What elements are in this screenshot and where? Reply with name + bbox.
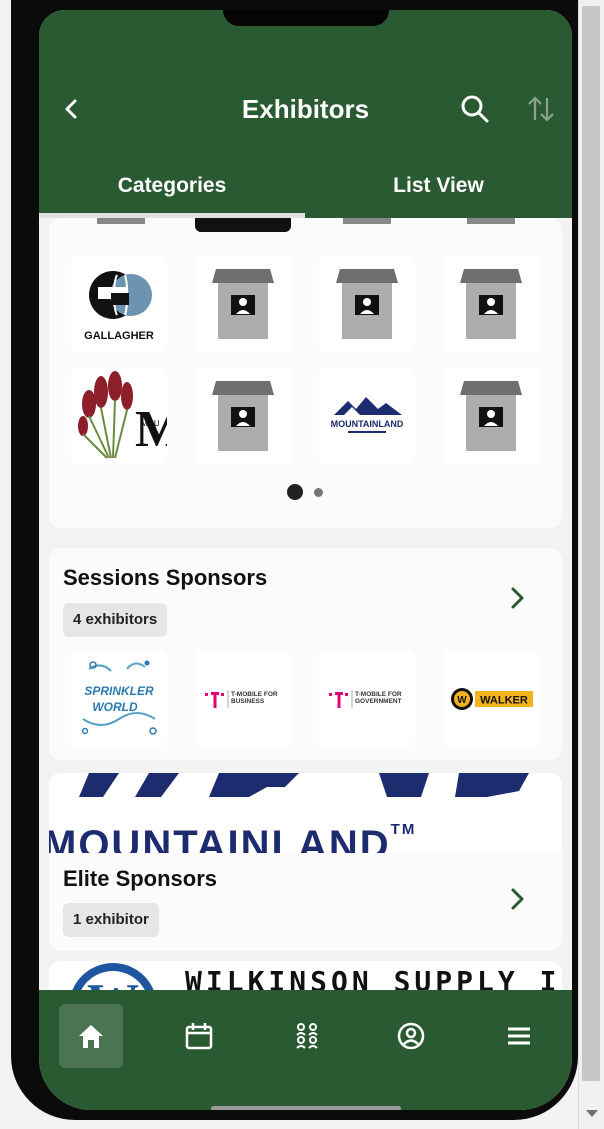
nav-people[interactable] <box>275 1004 339 1068</box>
chevron-right-icon[interactable] <box>507 887 527 911</box>
previous-category-card: GALLAGHER M MOU MOUNTAINLAND <box>49 218 562 528</box>
gallagher-logo-text: GALLAGHER <box>84 330 154 342</box>
exhibitor-logo-tmobile-government[interactable]: T-MOBILE FOR GOVERNMENT <box>319 651 415 747</box>
partial-logo-row <box>97 218 145 224</box>
svg-text:W: W <box>87 974 139 991</box>
home-icon <box>79 1025 103 1048</box>
svg-text:W: W <box>457 695 467 706</box>
home-indicator <box>211 1106 401 1110</box>
exhibitor-count-badge: 1 exhibitor <box>63 903 159 937</box>
wilkinson-banner: W WILKINSON SUPPLY INC <box>49 961 562 991</box>
browser-scrollbar[interactable] <box>578 0 604 1129</box>
category-title: Sessions Sponsors <box>63 565 268 590</box>
booth-placeholder-icon <box>336 269 398 339</box>
partial-logo-row <box>195 218 291 232</box>
calendar-icon <box>185 1023 213 1050</box>
phone-notch <box>223 10 389 26</box>
scroll-thumb[interactable] <box>582 6 600 1081</box>
mountainland-logo-text: MOUNTAINLAND <box>331 419 404 429</box>
app-header: Exhibitors Categories List View <box>39 10 572 218</box>
sort-icon[interactable] <box>526 94 556 124</box>
pagination-dot[interactable] <box>314 488 323 497</box>
walker-logo-text: WALKER <box>480 695 528 707</box>
mountainland-banner-peaks <box>79 773 529 797</box>
next-category-card[interactable]: W WILKINSON SUPPLY INC <box>49 961 562 991</box>
exhibitor-logo-placeholder[interactable] <box>195 256 291 352</box>
tab-categories[interactable]: Categories <box>39 170 305 218</box>
nav-calendar[interactable] <box>167 1004 231 1068</box>
partial-logo-row <box>343 218 391 224</box>
profile-icon <box>397 1022 425 1050</box>
exhibitor-logo-placeholder[interactable] <box>443 256 539 352</box>
elite-sponsors-card[interactable]: MOUNTAINLANDTM Elite Sponsors 1 exhibito… <box>49 773 562 951</box>
wilkinson-seal-icon: W <box>72 963 154 991</box>
people-icon <box>296 1023 318 1049</box>
elite-banner-tm: TM <box>390 821 417 838</box>
exhibitor-logo-placeholder[interactable] <box>319 256 415 352</box>
phone-frame: Exhibitors Categories List View GALLAGHE… <box>11 0 578 1120</box>
active-tab-indicator <box>39 213 305 218</box>
app-screen: Exhibitors Categories List View GALLAGHE… <box>39 10 572 1110</box>
tab-list-view-label: List View <box>393 174 484 197</box>
elite-banner-wordmark: MOUNTAINLAND <box>49 823 391 853</box>
category-scroll-area[interactable]: GALLAGHER M MOU MOUNTAINLAND Sessions Sp… <box>39 218 572 991</box>
pagination-dot-active[interactable] <box>287 484 303 500</box>
elite-sponsor-banner: MOUNTAINLANDTM <box>49 773 562 853</box>
nav-home[interactable] <box>59 1004 123 1068</box>
booth-placeholder-icon <box>212 381 274 451</box>
scroll-down-arrow-icon[interactable] <box>586 1110 598 1117</box>
nav-menu[interactable] <box>487 1004 551 1068</box>
exhibitor-logo-gallagher[interactable]: GALLAGHER <box>71 256 167 352</box>
exhibitor-logo-sprinkler-world[interactable]: SPRINKLER WORLD <box>71 651 167 747</box>
wilkinson-banner-text: WILKINSON SUPPLY INC <box>185 965 562 991</box>
nav-profile[interactable] <box>379 1004 443 1068</box>
exhibitor-logo-plant[interactable]: M MOU <box>71 368 167 464</box>
plant-logo-text: MOU <box>141 419 160 428</box>
svg-text:M: M <box>135 401 167 458</box>
tab-categories-label: Categories <box>117 174 227 197</box>
exhibitor-logo-walker[interactable]: W WALKER <box>443 651 539 747</box>
sessions-sponsors-card[interactable]: Sessions Sponsors 4 exhibitors SPRINKLER… <box>49 548 562 760</box>
elite-banner-text: MOUNTAINLANDTM <box>49 821 417 853</box>
exhibitor-logo-placeholder[interactable] <box>195 368 291 464</box>
chevron-right-icon[interactable] <box>507 586 527 610</box>
tmobile-business-text: T-MOBILE FOR BUSINESS <box>231 691 278 705</box>
exhibitor-count-badge: 4 exhibitors <box>63 603 168 637</box>
booth-placeholder-icon <box>460 381 522 451</box>
tmobile-government-text: T-MOBILE FOR GOVERNMENT <box>355 691 402 705</box>
exhibitor-logo-tmobile-business[interactable]: T-MOBILE FOR BUSINESS <box>195 651 291 747</box>
exhibitor-logo-mountainland[interactable]: MOUNTAINLAND <box>319 368 415 464</box>
booth-placeholder-icon <box>212 269 274 339</box>
tab-list-view[interactable]: List View <box>305 170 572 218</box>
sprinkler-line1: SPRINKLER <box>84 684 154 698</box>
booth-placeholder-icon <box>460 269 522 339</box>
menu-icon <box>508 1027 530 1045</box>
search-icon[interactable] <box>460 94 490 124</box>
bottom-navigation <box>39 990 572 1110</box>
page-title: Exhibitors <box>241 94 370 124</box>
sprinkler-line2: WORLD <box>92 700 138 714</box>
exhibitor-logo-placeholder[interactable] <box>443 368 539 464</box>
category-title: Elite Sponsors <box>63 866 218 891</box>
back-arrow-icon[interactable] <box>61 98 83 120</box>
partial-logo-row <box>467 218 515 224</box>
